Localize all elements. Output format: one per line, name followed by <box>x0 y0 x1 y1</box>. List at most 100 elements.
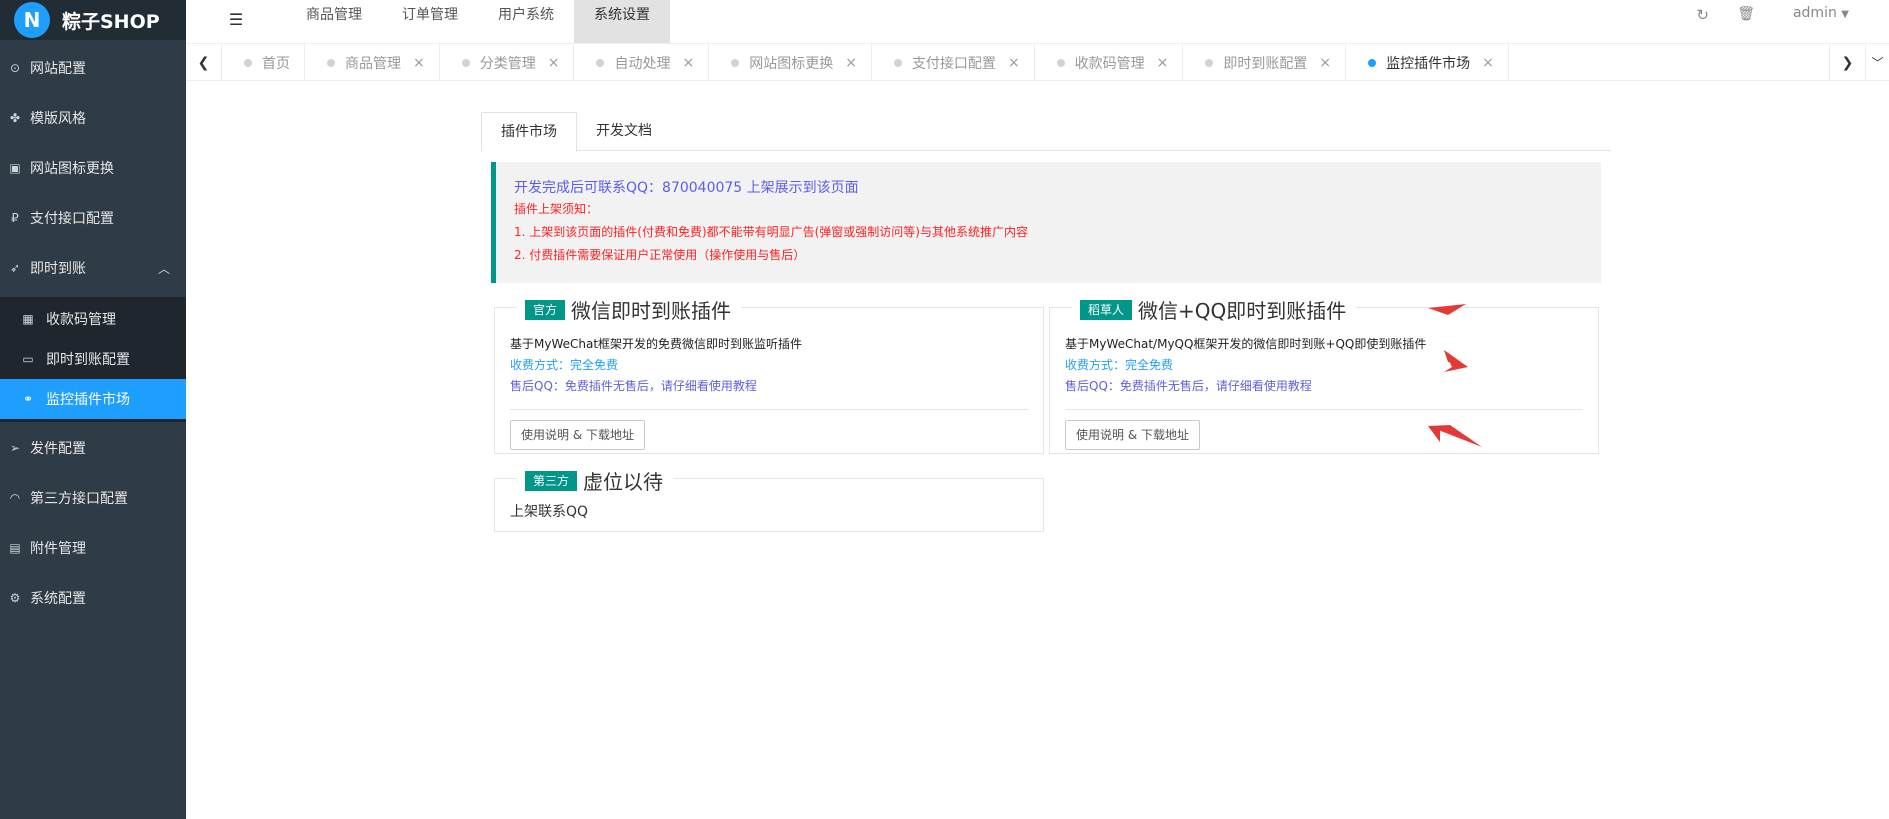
tab-instant-config[interactable]: 即时到账配置 × <box>1183 44 1347 81</box>
refresh-icon[interactable]: ↻ <box>1696 6 1709 24</box>
sidebar: N 粽子SHOP ⊙ 网站配置 ✤ 模版风格 ▣ 网站图标更换 ₽ 支付接口配置… <box>0 0 186 819</box>
tab-home[interactable]: 首页 <box>222 44 305 81</box>
gear-icon: ⚙ <box>9 591 21 605</box>
user-menu[interactable]: admin ▼ <box>1793 5 1849 21</box>
annotation-arrows <box>1428 304 1482 447</box>
tab-dot <box>893 58 902 67</box>
sidebar-item-instant[interactable]: ➶ 即时到账 ︿ <box>0 246 186 290</box>
rocket-icon: ➶ <box>9 261 21 275</box>
card-contact: 上架联系QQ <box>510 504 589 520</box>
download-button[interactable]: 使用说明 & 下载地址 <box>1065 420 1200 450</box>
puzzle-icon: ✤ <box>9 111 21 125</box>
sidebar-item-payment[interactable]: ₽ 支付接口配置 <box>0 196 186 240</box>
topnav-item-users[interactable]: 用户系统 <box>478 0 574 43</box>
close-icon[interactable]: × <box>1482 55 1494 71</box>
topnav-item-orders[interactable]: 订单管理 <box>382 0 478 43</box>
tab-label: 自动处理 <box>614 55 671 72</box>
trash-icon[interactable]: 🗑 <box>1737 6 1755 22</box>
download-button[interactable]: 使用说明 & 下载地址 <box>510 420 645 450</box>
sidebar-item-label: 第三方接口配置 <box>30 491 128 507</box>
sidebar-item-third-party[interactable]: ◠ 第三方接口配置 <box>0 476 186 520</box>
chevron-down-icon[interactable]: ﹀ <box>1865 44 1889 81</box>
plugin-card: 官方 微信即时到账插件 基于MyWeChat框架开发的免费微信即时到账监听插件 … <box>494 295 1044 454</box>
page-tabs: 首页 商品管理 × 分类管理 × 自动处理 × 网站图标更换 × 支付接口配置 … <box>222 44 1509 81</box>
user-name: admin <box>1792 5 1837 21</box>
sidebar-item-label: 网站图标更换 <box>30 161 114 177</box>
tab-label: 支付接口配置 <box>911 55 996 72</box>
card-desc: 基于MyWeChat框架开发的免费微信即时到账监听插件 <box>510 337 803 351</box>
tab-dot <box>1205 58 1214 67</box>
chevron-left-icon[interactable]: ❮ <box>186 44 222 81</box>
tab-dot <box>461 58 470 67</box>
sidebar-item-site-config[interactable]: ⊙ 网站配置 <box>0 46 186 90</box>
topnav-item-system[interactable]: 系统设置 <box>574 0 670 43</box>
arrow-icon <box>1428 304 1466 315</box>
link-icon: ⚭ <box>22 392 34 406</box>
tab-label: 分类管理 <box>479 55 536 72</box>
close-icon[interactable]: × <box>1157 55 1169 71</box>
card-title: 微信即时到账插件 <box>571 299 732 323</box>
tab-payment[interactable]: 支付接口配置 × <box>872 44 1035 81</box>
sidebar-subitem-instant-config[interactable]: ▭ 即时到账配置 <box>0 339 186 379</box>
sidebar-item-system[interactable]: ⚙ 系统配置 <box>0 576 186 620</box>
tab-label: 商品管理 <box>345 55 401 72</box>
placeholder-card: 第三方 虚位以待 上架联系QQ <box>494 466 1044 532</box>
card-legend: 稻草人 微信+QQ即时到账插件 <box>1072 295 1357 324</box>
tab-qrcode[interactable]: 收款码管理 × <box>1035 44 1184 81</box>
tab-label: 监控插件市场 <box>1386 55 1471 72</box>
card-support: 售后QQ：免费插件无售后，请仔细看使用教程 <box>510 379 757 393</box>
notice-box: 开发完成后可联系QQ：870040075 上架展示到该页面 插件上架须知： 1.… <box>491 162 1601 283</box>
notice-title: 插件上架须知： <box>514 202 599 216</box>
tab-dev-docs[interactable]: 开发文档 <box>577 112 671 151</box>
brand-name: 粽子SHOP <box>62 10 160 33</box>
sidebar-item-label: 网站配置 <box>30 61 86 77</box>
sidebar-item-label: 附件管理 <box>30 541 86 557</box>
tab-auto[interactable]: 自动处理 × <box>574 44 710 81</box>
arrow-icon <box>1428 425 1482 447</box>
tab-favicon[interactable]: 网站图标更换 × <box>709 44 872 81</box>
notice-rule-2: 2. 付费插件需要保证用户正常使用（操作使用与售后） <box>514 248 806 262</box>
chevron-right-icon[interactable]: ❯ <box>1829 44 1865 81</box>
sidebar-item-template-style[interactable]: ✤ 模版风格 <box>0 96 186 140</box>
card-fee: 收费方式：完全免费 <box>1065 358 1174 372</box>
divider <box>1065 409 1583 410</box>
caret-down-icon: ▼ <box>1841 9 1849 20</box>
close-icon[interactable]: × <box>682 55 694 71</box>
card-legend: 第三方 虚位以待 <box>517 466 674 495</box>
tab-dot <box>1368 58 1377 67</box>
send-icon: ➢ <box>9 441 21 455</box>
image-icon: ▣ <box>9 161 21 175</box>
card-body: 基于MyWeChat/MyQQ框架开发的微信即时到账+QQ即使到账插件 收费方式… <box>1065 334 1583 450</box>
brand-logo[interactable]: N 粽子SHOP <box>0 0 186 40</box>
tab-plugin-market-content[interactable]: 插件市场 <box>481 112 577 152</box>
tab-category[interactable]: 分类管理 × <box>440 44 575 81</box>
close-icon[interactable]: × <box>845 55 857 71</box>
card-support: 售后QQ：免费插件无售后，请仔细看使用教程 <box>1065 379 1312 393</box>
tab-goods[interactable]: 商品管理 × <box>305 44 440 81</box>
file-icon: ▤ <box>9 541 21 555</box>
close-icon[interactable]: × <box>413 55 425 71</box>
sidebar-subitem-plugin-market[interactable]: ⚭ 监控插件市场 <box>0 379 186 419</box>
tab-dot <box>596 58 605 67</box>
sidebar-item-label: 即时到账 <box>30 261 86 277</box>
tab-dot <box>1056 58 1065 67</box>
plugin-card: 稻草人 微信+QQ即时到账插件 基于MyWeChat/MyQQ框架开发的微信即时… <box>1049 295 1599 454</box>
sidebar-item-favicon[interactable]: ▣ 网站图标更换 <box>0 146 186 190</box>
close-icon[interactable]: × <box>548 55 560 71</box>
menu-toggle-icon[interactable]: ☰ <box>226 10 246 29</box>
close-icon[interactable]: × <box>1008 55 1020 71</box>
tab-label: 收款码管理 <box>1074 55 1145 72</box>
close-icon[interactable]: × <box>1319 55 1331 71</box>
sidebar-item-attachments[interactable]: ▤ 附件管理 <box>0 526 186 570</box>
author-badge: 稻草人 <box>1080 299 1133 320</box>
top-nav: 商品管理 订单管理 用户系统 系统设置 <box>286 0 670 43</box>
sidebar-item-mail[interactable]: ➢ 发件配置 <box>0 426 186 470</box>
sidebar-subitem-qrcode[interactable]: ▦ 收款码管理 <box>0 299 186 339</box>
topnav-item-goods[interactable]: 商品管理 <box>286 0 382 43</box>
tab-dot <box>327 58 335 67</box>
tab-label: 首页 <box>262 55 290 72</box>
tab-dot <box>731 58 740 67</box>
sidebar-item-label: 模版风格 <box>30 111 86 127</box>
tab-plugin-market[interactable]: 监控插件市场 × <box>1346 44 1509 81</box>
qrcode-icon: ▦ <box>22 312 34 326</box>
